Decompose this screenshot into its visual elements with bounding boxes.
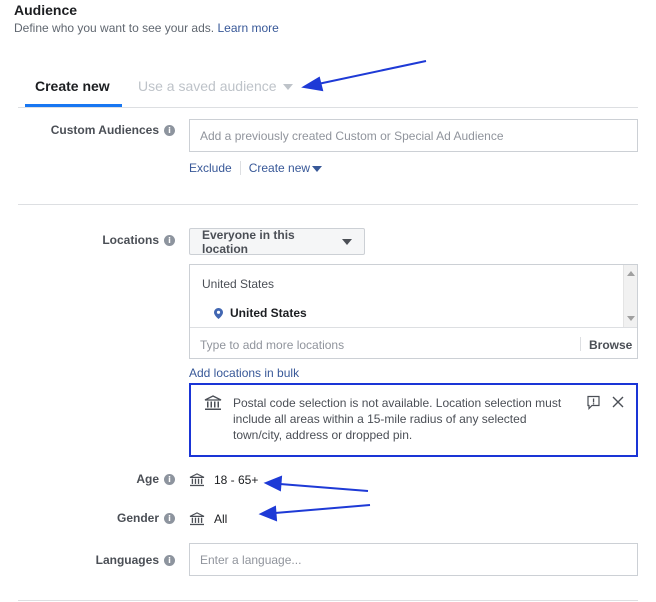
age-value: 18 - 65+ bbox=[189, 473, 258, 487]
tab-saved-audience-label: Use a saved audience bbox=[138, 78, 277, 94]
age-label: Age i bbox=[20, 472, 175, 486]
postal-code-notice: Postal code selection is not available. … bbox=[189, 383, 638, 457]
divider bbox=[580, 337, 581, 351]
gender-label: Gender i bbox=[20, 511, 175, 525]
selected-location[interactable]: United States bbox=[214, 306, 307, 320]
create-new-audience-link[interactable]: Create new bbox=[248, 161, 323, 175]
info-icon[interactable]: i bbox=[164, 554, 175, 566]
age-range-text: 18 - 65+ bbox=[214, 473, 259, 487]
notice-text: Postal code selection is not available. … bbox=[233, 396, 562, 442]
exclude-link[interactable]: Exclude bbox=[189, 161, 232, 175]
custom-audiences-label-text: Custom Audiences bbox=[50, 123, 159, 137]
gender-label-text: Gender bbox=[116, 511, 159, 525]
info-icon[interactable]: i bbox=[164, 473, 175, 485]
subtitle-text: Define who you want to see your ads. bbox=[14, 21, 215, 35]
language-input[interactable]: Enter a language... bbox=[189, 543, 638, 576]
chevron-down-icon bbox=[282, 84, 293, 90]
location-pin-icon bbox=[214, 307, 223, 319]
locations-label: Locations i bbox=[20, 233, 175, 247]
chevron-down-icon bbox=[312, 165, 323, 172]
annotation-arrow bbox=[301, 60, 427, 92]
scroll-down-icon[interactable] bbox=[627, 316, 635, 321]
bank-icon bbox=[189, 473, 205, 487]
section-divider bbox=[18, 600, 638, 601]
bank-icon bbox=[189, 512, 205, 526]
custom-audience-actions: Exclude Create new bbox=[189, 161, 323, 175]
selected-location-name: United States bbox=[230, 306, 307, 320]
languages-label-text: Languages bbox=[95, 553, 159, 567]
language-placeholder: Enter a language... bbox=[200, 552, 302, 567]
gender-value: All bbox=[189, 512, 227, 526]
tab-divider bbox=[18, 107, 638, 108]
annotation-arrow bbox=[263, 475, 369, 492]
info-icon[interactable]: i bbox=[164, 234, 175, 246]
age-label-text: Age bbox=[136, 472, 159, 486]
info-icon[interactable]: i bbox=[164, 512, 175, 524]
divider bbox=[239, 161, 241, 175]
learn-more-link[interactable]: Learn more bbox=[217, 21, 278, 35]
add-location-input[interactable]: Type to add more locations bbox=[200, 338, 344, 352]
custom-audience-input[interactable]: Add a previously created Custom or Speci… bbox=[189, 119, 638, 152]
close-icon[interactable] bbox=[612, 396, 624, 408]
tab-create-new[interactable]: Create new bbox=[35, 78, 110, 94]
create-new-audience-label: Create new bbox=[248, 161, 311, 175]
info-icon[interactable]: i bbox=[164, 124, 175, 136]
bank-icon bbox=[204, 395, 222, 410]
location-selector: United States United States Type to add … bbox=[189, 264, 638, 359]
locations-label-text: Locations bbox=[102, 233, 159, 247]
section-title: Audience bbox=[14, 2, 78, 18]
location-group-header: United States bbox=[202, 277, 275, 291]
gender-value-text: All bbox=[214, 512, 228, 526]
location-box-divider bbox=[190, 327, 637, 328]
location-type-dropdown[interactable]: Everyone in this location bbox=[189, 227, 365, 256]
tab-saved-audience[interactable]: Use a saved audience bbox=[138, 78, 293, 94]
section-divider bbox=[18, 204, 638, 205]
custom-audiences-label: Custom Audiences i bbox=[20, 123, 175, 137]
custom-audience-placeholder: Add a previously created Custom or Speci… bbox=[200, 128, 504, 143]
languages-label: Languages i bbox=[20, 553, 175, 567]
scroll-up-icon[interactable] bbox=[627, 271, 635, 276]
location-list-scrollbar[interactable] bbox=[623, 265, 637, 327]
add-locations-bulk-link[interactable]: Add locations in bulk bbox=[189, 366, 299, 380]
chevron-down-icon bbox=[342, 238, 352, 245]
annotation-arrow bbox=[258, 504, 371, 522]
report-icon[interactable] bbox=[586, 395, 601, 410]
location-type-label: Everyone in this location bbox=[202, 227, 295, 256]
section-subtitle: Define who you want to see your ads. Lea… bbox=[14, 21, 279, 35]
browse-button[interactable]: Browse bbox=[589, 338, 632, 352]
